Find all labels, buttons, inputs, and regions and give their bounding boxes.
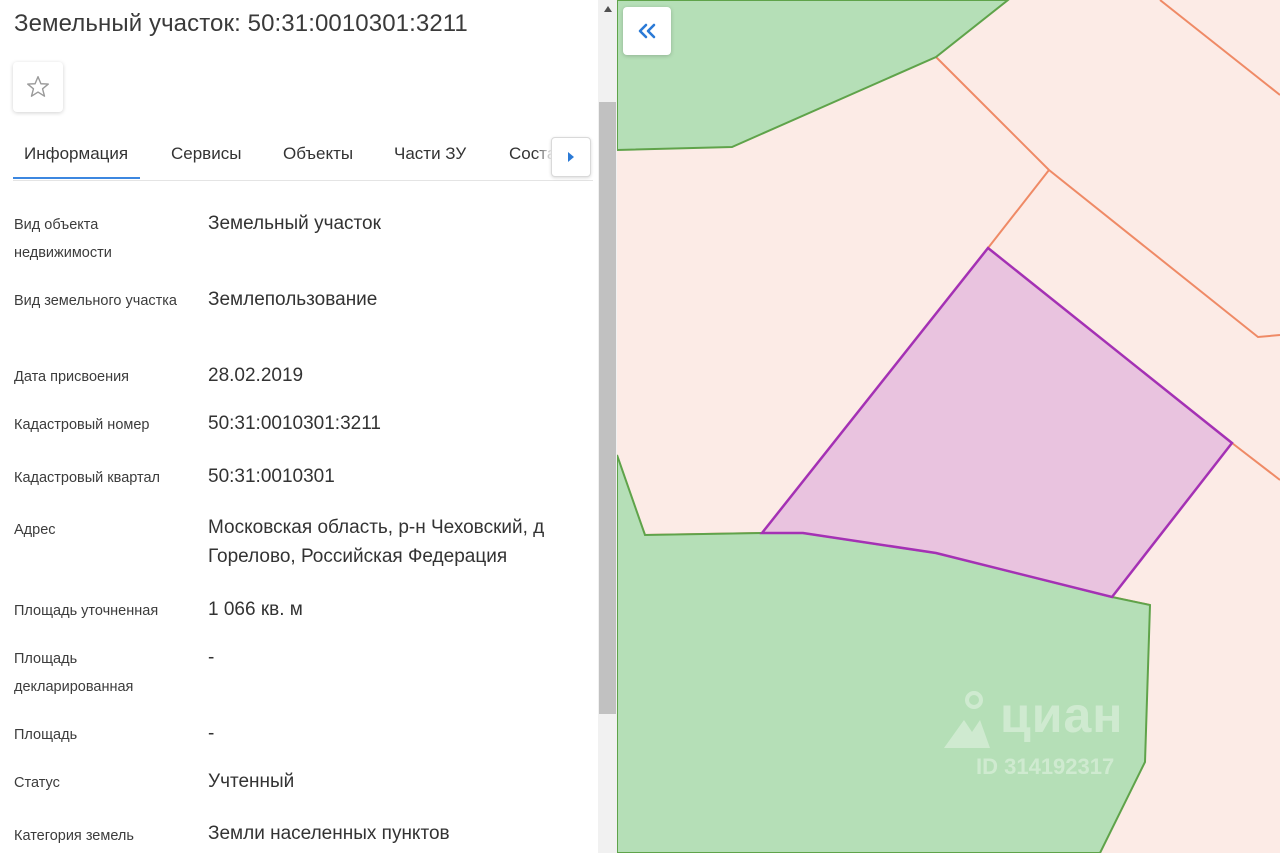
tab-parts[interactable]: Части ЗУ [394, 144, 466, 178]
page-title: Земельный участок: 50:31:0010301:3211 [14, 10, 468, 37]
label-land-type: Вид земельного участка [14, 293, 177, 309]
value-land-type: Землепользование [208, 289, 378, 310]
value-assign-date: 28.02.2019 [208, 365, 304, 386]
tab-bar: Информация Сервисы Объекты Части ЗУ Сост… [13, 132, 593, 181]
tab-information[interactable]: Информация [24, 144, 128, 178]
watermark-id: ID 314192317 [976, 754, 1115, 779]
label-status: Статус [14, 775, 60, 791]
value-address: Московская область, р-н Чеховский, д Гор… [208, 517, 545, 567]
green-zone-top [617, 0, 1010, 152]
scroll-thumb[interactable] [599, 102, 616, 714]
parcel-boundary [1231, 442, 1280, 481]
tab-objects[interactable]: Объекты [283, 144, 353, 178]
value-object-type: Земельный участок [208, 213, 381, 234]
value-status: Учтенный [208, 771, 295, 792]
value-area-declared: - [208, 647, 215, 668]
label-area: Площадь [14, 727, 78, 743]
label-cadastral-number: Кадастровый номер [14, 417, 150, 433]
parcel-boundary [987, 169, 1050, 249]
scroll-up-button[interactable] [598, 0, 617, 18]
value-area: - [208, 723, 215, 744]
label-area-declared: Площадь декларированная [14, 651, 134, 695]
cian-logo-icon [944, 691, 990, 748]
value-cadastral-quarter: 50:31:0010301 [208, 466, 335, 487]
object-info-panel: Земельный участок: 50:31:0010301:3211 Ин… [0, 0, 598, 853]
double-chevron-left-icon [638, 23, 656, 39]
label-object-type: Вид объекта недвижимости [14, 217, 112, 261]
panel-scrollbar[interactable] [598, 0, 617, 853]
watermark: циан ID 314192317 [942, 686, 1152, 786]
tabs-scroll-right-button[interactable] [551, 137, 591, 177]
label-cadastral-quarter: Кадастровый квартал [14, 470, 161, 486]
parcel-boundary [1159, 0, 1280, 96]
tab-services[interactable]: Сервисы [171, 144, 241, 178]
star-outline-icon [27, 76, 49, 97]
favorite-button[interactable] [13, 62, 63, 112]
label-assign-date: Дата присвоения [14, 369, 130, 385]
watermark-brand: циан [1000, 687, 1124, 743]
collapse-panel-button[interactable] [623, 7, 671, 55]
triangle-up-icon [603, 6, 612, 12]
value-cadastral-number: 50:31:0010301:3211 [208, 413, 381, 434]
label-area-refined: Площадь уточненная [14, 603, 159, 619]
label-land-category: Категория земель [14, 828, 134, 844]
value-land-category: Земли населенных пунктов [208, 823, 450, 844]
triangle-right-icon [568, 152, 574, 162]
active-tab-indicator [13, 177, 140, 179]
label-address: Адрес [14, 522, 56, 538]
value-area-refined: 1 066 кв. м [208, 599, 303, 620]
